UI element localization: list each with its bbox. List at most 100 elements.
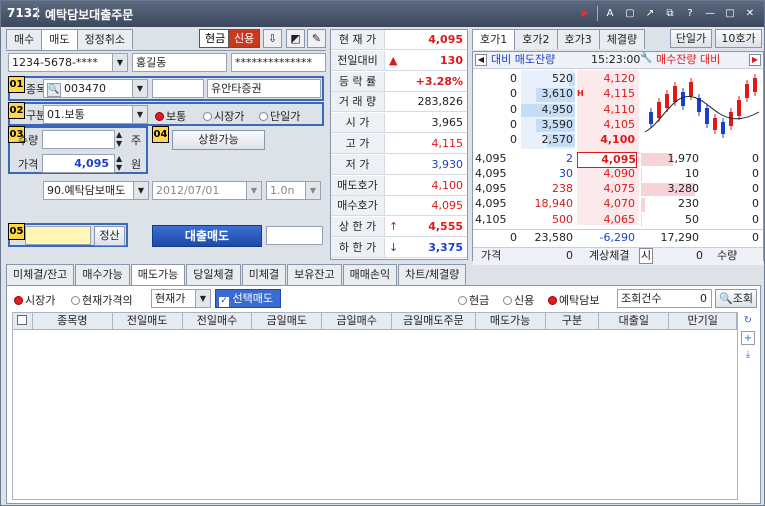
ask-qty: 3,590	[541, 117, 574, 131]
quote-value: 4,100	[431, 178, 464, 192]
chevron-down-icon[interactable]: ▼	[133, 182, 148, 199]
column-header[interactable]: 만기일	[669, 313, 738, 329]
price-input[interactable]: 4,095	[42, 154, 115, 173]
select-sell-checkbox[interactable]: ✓ 선택매도	[215, 289, 281, 308]
chevron-down-icon[interactable]: ▼	[305, 182, 320, 199]
column-header[interactable]: 금일매도주문	[392, 313, 476, 329]
column-header[interactable]: 종목명	[33, 313, 113, 329]
column-header[interactable]: 전일매도	[113, 313, 183, 329]
column-header[interactable]: 전일매수	[183, 313, 253, 329]
loan-term-select[interactable]: 1.0n ▼	[266, 181, 321, 200]
bottom-tab[interactable]: 미체결	[241, 264, 287, 285]
ten-levels-button[interactable]: 10호가	[715, 29, 762, 48]
quote-value: 130	[440, 53, 463, 67]
link-icon[interactable]: ↗	[642, 6, 658, 21]
tab-sell[interactable]: 매도	[41, 29, 78, 50]
bottom-tab[interactable]: 매매손익	[342, 264, 398, 285]
play-icon[interactable]: ▶	[577, 6, 593, 21]
price-basis-select[interactable]: 현재가 ▼	[151, 289, 211, 308]
tab-modify-cancel[interactable]: 정정취소	[76, 29, 133, 49]
stock-blank-field[interactable]	[152, 79, 204, 98]
chevron-down-icon[interactable]: ▼	[112, 54, 127, 71]
exec-price: 4,095	[475, 197, 507, 211]
radio-normal[interactable]: 보통	[155, 108, 186, 124]
tab-orderbook-3[interactable]: 호가3	[556, 29, 600, 49]
settle-button[interactable]: 정산	[94, 226, 125, 246]
submit-blank-field[interactable]	[266, 226, 323, 245]
loan-sell-button[interactable]: 대출매도	[152, 225, 262, 247]
help-icon[interactable]: ?	[682, 6, 698, 21]
quote-panel: 현 재 가 4,095 전일대비 ▲ 130 등 락 률 +3.28% 거 래 량 283,82…	[330, 29, 468, 260]
font-icon[interactable]: A	[602, 6, 618, 21]
bottom-tab[interactable]: 당일체결	[186, 264, 241, 285]
chevron-down-icon[interactable]: ▼	[132, 106, 147, 123]
repay-available-button[interactable]: 상환가능	[172, 130, 265, 150]
qty-stepper[interactable]: ▲ ▼	[116, 130, 122, 148]
bottom-tab[interactable]: 매도가능	[130, 264, 186, 286]
radio-market[interactable]: 시장가	[203, 108, 244, 124]
minimize-icon[interactable]: —	[702, 6, 718, 21]
query-count-field[interactable]: 조회건수 0	[617, 289, 712, 308]
tab-buy[interactable]: 매수	[6, 29, 43, 49]
tab-orderbook-2[interactable]: 호가2	[514, 29, 558, 49]
account-select[interactable]: 1234-5678-**** ▼	[8, 53, 128, 72]
loan-term-value: 1.0n	[270, 184, 295, 197]
radio-bottom-market[interactable]: 시장가	[14, 292, 55, 308]
chevron-down-icon[interactable]: ▼	[246, 182, 261, 199]
radio-bottom-current[interactable]: 현재가격의	[71, 292, 133, 308]
stock-code-input[interactable]: 🔍 003470 ▼	[43, 79, 148, 98]
column-header[interactable]: 금일매수	[322, 313, 392, 329]
radio-single[interactable]: 단일가	[259, 108, 300, 124]
right-arrow-icon[interactable]: ▶	[749, 54, 761, 66]
column-header[interactable]: 금일매도	[252, 313, 323, 329]
radio-bottom-deposit[interactable]: 예탁담보	[548, 292, 599, 308]
column-header[interactable]: 구분	[546, 313, 600, 329]
chevron-down-icon[interactable]: ▼	[132, 80, 147, 97]
quote-label: 매도호가	[331, 175, 385, 195]
up-arrow-icon: ↑	[389, 220, 399, 234]
chart-icon[interactable]: ◩	[286, 29, 305, 48]
quote-label: 저 가	[331, 154, 385, 174]
tab-orderbook-1[interactable]: 호가1	[472, 29, 516, 50]
wrench-icon[interactable]: 🔧	[640, 53, 652, 64]
cash-button[interactable]: 현금	[199, 29, 232, 48]
bottom-tab[interactable]: 차트/체결량	[398, 264, 467, 285]
scroll-bottom-icon[interactable]: ⤓	[741, 348, 755, 362]
quote-label: 현 재 가	[331, 30, 385, 49]
footer-si-button[interactable]: 시	[639, 248, 653, 265]
screen-icon[interactable]: ▢	[622, 6, 638, 21]
bid-diff: 0	[752, 197, 759, 211]
password-field[interactable]: **************	[231, 53, 326, 72]
price-stepper[interactable]: ▲ ▼	[116, 154, 122, 172]
tab-exec-volume[interactable]: 체결량	[598, 29, 646, 49]
maximize-icon[interactable]: □	[722, 6, 738, 21]
bottom-tab[interactable]: 보유잔고	[287, 264, 342, 285]
bottom-tab[interactable]: 미체결/잔고	[6, 264, 75, 285]
single-price-button[interactable]: 단일가	[670, 29, 712, 48]
order-type-select[interactable]: 01.보통 ▼	[43, 105, 148, 124]
column-header[interactable]: 대출일	[599, 313, 670, 329]
qty-input[interactable]	[42, 130, 115, 149]
left-arrow-icon[interactable]: ◀	[475, 54, 487, 66]
loan-type-select[interactable]: 90.예탁담보매도 ▼	[43, 181, 149, 200]
bid-price: 4,075	[603, 182, 636, 196]
loan-date-select[interactable]: 2012/07/01 ▼	[152, 181, 262, 200]
close-icon[interactable]: ✕	[742, 6, 758, 21]
export-icon[interactable]: ⇩	[263, 29, 282, 48]
refresh-icon[interactable]: ↻	[741, 314, 755, 328]
column-header[interactable]: 매도가능	[476, 313, 546, 329]
radio-bottom-cash[interactable]: 현금	[458, 292, 489, 308]
copy-icon[interactable]: ⧉	[662, 6, 678, 21]
select-all-checkbox[interactable]	[13, 313, 33, 329]
credit-button[interactable]: 신용	[228, 29, 261, 48]
add-icon[interactable]: +	[741, 331, 755, 345]
settle-input[interactable]	[25, 226, 91, 245]
chevron-down-icon[interactable]: ▼	[195, 290, 210, 307]
search-icon[interactable]: 🔍	[47, 83, 61, 97]
total-ask: 23,580	[534, 231, 574, 244]
bottom-tab[interactable]: 매수가능	[75, 264, 130, 285]
tools-icon[interactable]: ✎	[307, 29, 326, 48]
ask-price: 4,105	[603, 117, 636, 131]
query-button[interactable]: 🔍조회	[715, 289, 757, 308]
radio-bottom-credit[interactable]: 신용	[503, 292, 534, 308]
